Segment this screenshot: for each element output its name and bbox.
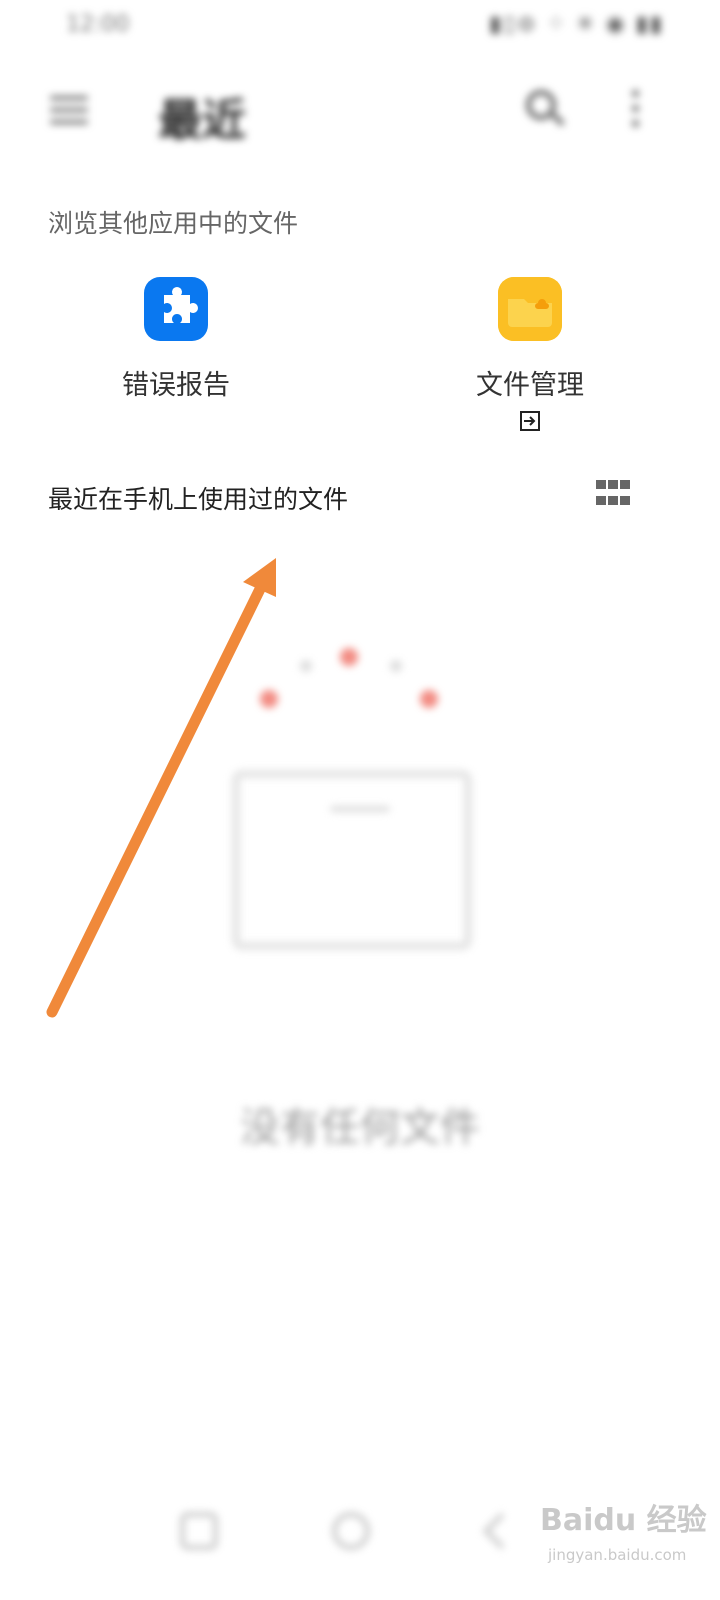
more-icon[interactable] — [632, 90, 642, 134]
status-icons: ▮▯⊜ ⁘ ✳ ◉ ▮▮ — [489, 12, 664, 37]
watermark-url: jingyan.baidu.com — [548, 1546, 687, 1564]
puzzle-icon — [144, 277, 208, 341]
open-external-icon — [519, 410, 541, 432]
recent-section-title: 最近在手机上使用过的文件 — [48, 485, 349, 514]
status-bar: 12:00 ▮▯⊜ ⁘ ✳ ◉ ▮▮ — [0, 0, 720, 50]
empty-state-text: 没有任何文件 — [240, 1105, 480, 1151]
watermark-brand: Baidu 经验 — [540, 1503, 707, 1538]
app-label-error-report: 错误报告 — [122, 370, 230, 401]
folder-icon — [498, 277, 562, 341]
nav-home-button[interactable] — [332, 1512, 370, 1550]
app-label-file-manager: 文件管理 — [476, 370, 584, 401]
browse-section-title: 浏览其他应用中的文件 — [48, 209, 299, 238]
app-bar: 最近 — [0, 70, 720, 150]
menu-icon[interactable] — [50, 96, 88, 126]
search-icon[interactable] — [526, 90, 566, 130]
nav-back-button[interactable] — [482, 1512, 520, 1550]
app-tile-error-report[interactable]: 错误报告 — [76, 277, 276, 402]
empty-state-illustration — [220, 630, 490, 970]
page-title: 最近 — [158, 95, 246, 146]
grid-view-icon[interactable] — [596, 480, 630, 510]
app-tile-file-manager[interactable]: 文件管理 — [430, 277, 630, 432]
nav-recents-button[interactable] — [180, 1512, 218, 1550]
status-time: 12:00 — [66, 12, 130, 37]
